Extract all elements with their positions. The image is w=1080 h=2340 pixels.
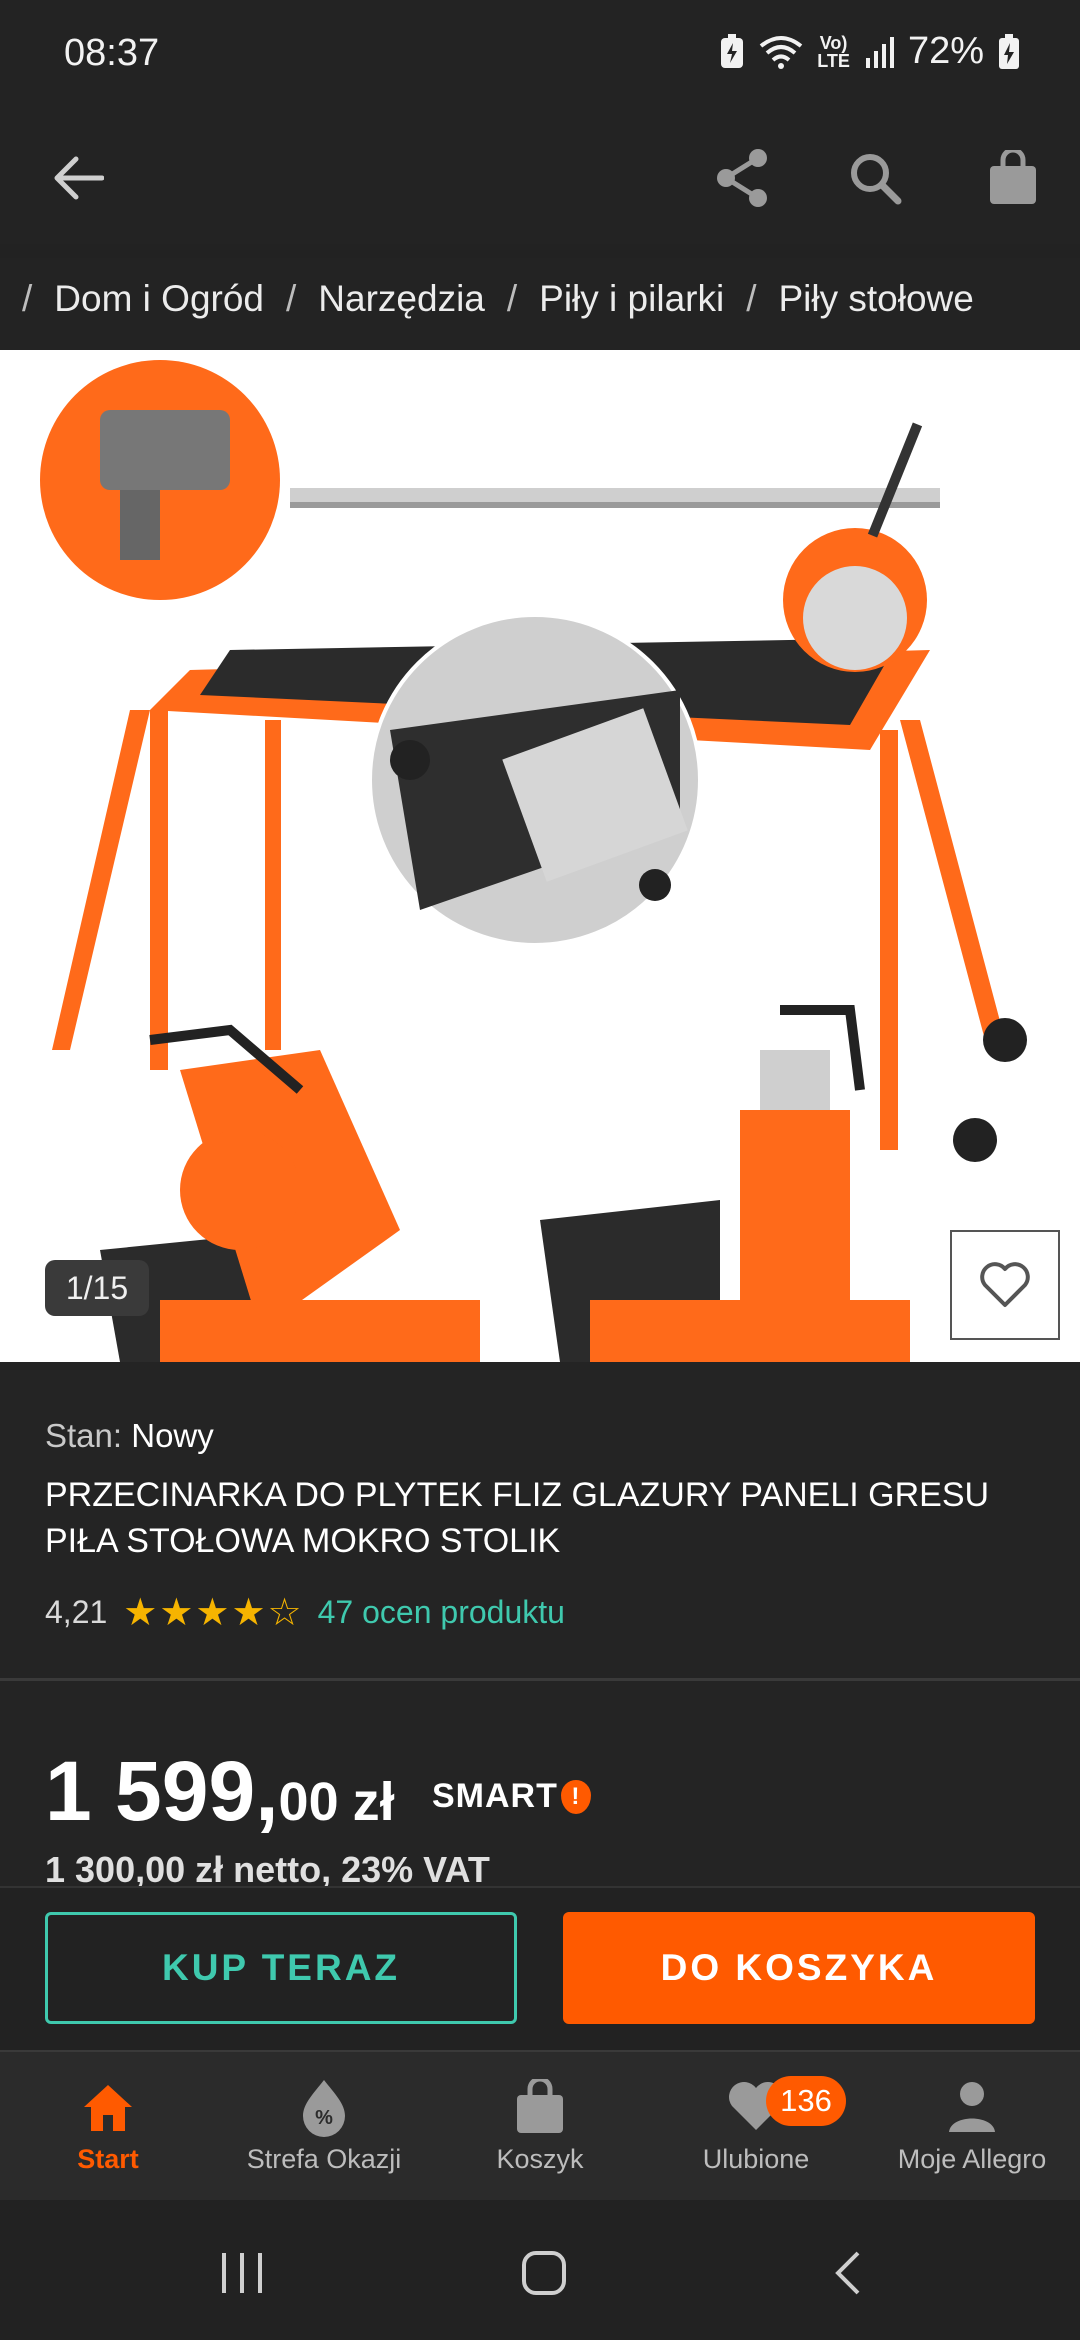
favorite-button[interactable] bbox=[950, 1230, 1060, 1340]
product-image bbox=[40, 360, 1027, 1362]
product-title: PRZECINARKA DO PLYTEK FLIZ GLAZURY PANEL… bbox=[45, 1476, 990, 1560]
nav-label: Koszyk bbox=[496, 2144, 584, 2174]
back-button[interactable] bbox=[38, 138, 118, 218]
price-currency: zł bbox=[352, 1772, 395, 1832]
search-icon bbox=[851, 154, 902, 205]
nav-item-strefa-okazji[interactable]: % Strefa Okazji bbox=[216, 2072, 432, 2192]
home-system-button[interactable] bbox=[504, 2238, 584, 2308]
nav-label: Strefa Okazji bbox=[246, 2144, 402, 2174]
condition-label: Stan: bbox=[45, 1417, 123, 1454]
price-cents: 00 bbox=[278, 1772, 339, 1832]
condition-value: Nowy bbox=[131, 1417, 214, 1454]
breadcrumb-separator: / bbox=[506, 278, 518, 319]
app-bar bbox=[0, 112, 1080, 244]
battery-charging-icon bbox=[999, 33, 1019, 69]
add-to-cart-button[interactable]: DO KOSZYKA bbox=[563, 1912, 1035, 2024]
svg-text:%: % bbox=[315, 2107, 333, 2129]
battery-percent: 72% bbox=[907, 30, 984, 72]
chevron-left-icon bbox=[835, 2251, 860, 2295]
smart-exclamation-icon: ! bbox=[560, 1779, 591, 1814]
bottom-navigation: Start % Strefa Okazji Koszyk 136 Ulubion… bbox=[0, 2050, 1080, 2202]
smart-label: SMART bbox=[432, 1777, 558, 1815]
search-button[interactable] bbox=[835, 138, 915, 218]
arrow-left-icon bbox=[54, 156, 104, 200]
rating: 4,21 ★★★★☆ 47 ocen produktu bbox=[45, 1590, 565, 1635]
price: 1 599, 00 zł bbox=[45, 1743, 395, 1840]
breadcrumb-item-narzedzia[interactable]: Narzędzia bbox=[318, 278, 485, 320]
user-icon bbox=[949, 2082, 995, 2132]
nav-label: Ulubione bbox=[702, 2144, 810, 2174]
home-icon bbox=[84, 2085, 132, 2131]
condition: Stan: Nowy bbox=[45, 1417, 214, 1455]
system-navigation-bar bbox=[0, 2200, 1080, 2340]
breadcrumb-item-dom-i-ogrod[interactable]: Dom i Ogród bbox=[54, 278, 264, 320]
breadcrumb: / Dom i Ogród / Narzędzia / Piły i pilar… bbox=[0, 258, 1080, 350]
reviews-link[interactable]: 47 ocen produktu bbox=[318, 1594, 565, 1631]
nav-label: Start bbox=[77, 2144, 139, 2174]
price-main: 1 599, bbox=[45, 1744, 279, 1838]
status-icons: Vo) LTE 72% bbox=[719, 30, 1020, 73]
nav-item-moje-allegro[interactable]: Moje Allegro bbox=[864, 2072, 1080, 2192]
status-bar: 08:37 Vo) LTE 72% bbox=[0, 0, 1080, 112]
nav-item-start[interactable]: Start bbox=[0, 2072, 216, 2192]
smart-badge[interactable]: SMART ! bbox=[432, 1777, 591, 1816]
wifi-icon bbox=[760, 35, 803, 69]
battery-saver-icon bbox=[721, 33, 744, 68]
rating-stars: ★★★★☆ bbox=[123, 1592, 304, 1634]
cart-button[interactable] bbox=[973, 138, 1053, 218]
nav-label: Moje Allegro bbox=[897, 2144, 1047, 2174]
purchase-actions: KUP TERAZ DO KOSZYKA bbox=[0, 1886, 1080, 2052]
deals-percent-icon: % bbox=[303, 2080, 345, 2137]
nav-item-ulubione[interactable]: 136 Ulubione bbox=[648, 2072, 864, 2192]
status-time: 08:37 bbox=[64, 32, 160, 74]
nav-item-koszyk[interactable]: Koszyk bbox=[432, 2072, 648, 2192]
recent-apps-button[interactable] bbox=[202, 2238, 282, 2308]
breadcrumb-separator: / bbox=[746, 278, 757, 319]
signal-icon bbox=[865, 36, 894, 68]
heart-outline-icon bbox=[980, 1262, 1030, 1307]
breadcrumb-item-pily-stolowe[interactable]: Piły stołowe bbox=[778, 278, 973, 320]
product-info: Stan: Nowy PRZECINARKA DO PLYTEK FLIZ GL… bbox=[0, 1362, 1080, 1680]
price-section: 1 599, 00 zł SMART ! 1 300,00 zł netto, … bbox=[0, 1681, 1080, 1886]
rating-value: 4,21 bbox=[45, 1594, 108, 1630]
shopping-bag-icon bbox=[517, 2079, 563, 2133]
image-counter: 1/15 bbox=[45, 1260, 149, 1316]
recent-apps-icon bbox=[222, 2253, 262, 2293]
volte-indicator: Vo) LTE bbox=[817, 32, 850, 71]
home-square-icon bbox=[522, 2251, 566, 2295]
breadcrumb-separator: / bbox=[286, 278, 297, 319]
back-system-button[interactable] bbox=[808, 2238, 888, 2308]
netto-price: 1 300,00 zł netto, 23% VAT bbox=[45, 1849, 490, 1886]
breadcrumb-separator: / bbox=[22, 278, 33, 319]
buy-now-button[interactable]: KUP TERAZ bbox=[45, 1912, 517, 2024]
favorites-count-badge: 136 bbox=[766, 2076, 846, 2126]
product-image-gallery[interactable]: 1/15 bbox=[0, 350, 1080, 1362]
shopping-bag-icon bbox=[990, 150, 1036, 204]
breadcrumb-item-pily-i-pilarki[interactable]: Piły i pilarki bbox=[539, 278, 724, 320]
share-icon bbox=[717, 149, 767, 207]
share-button[interactable] bbox=[702, 138, 782, 218]
